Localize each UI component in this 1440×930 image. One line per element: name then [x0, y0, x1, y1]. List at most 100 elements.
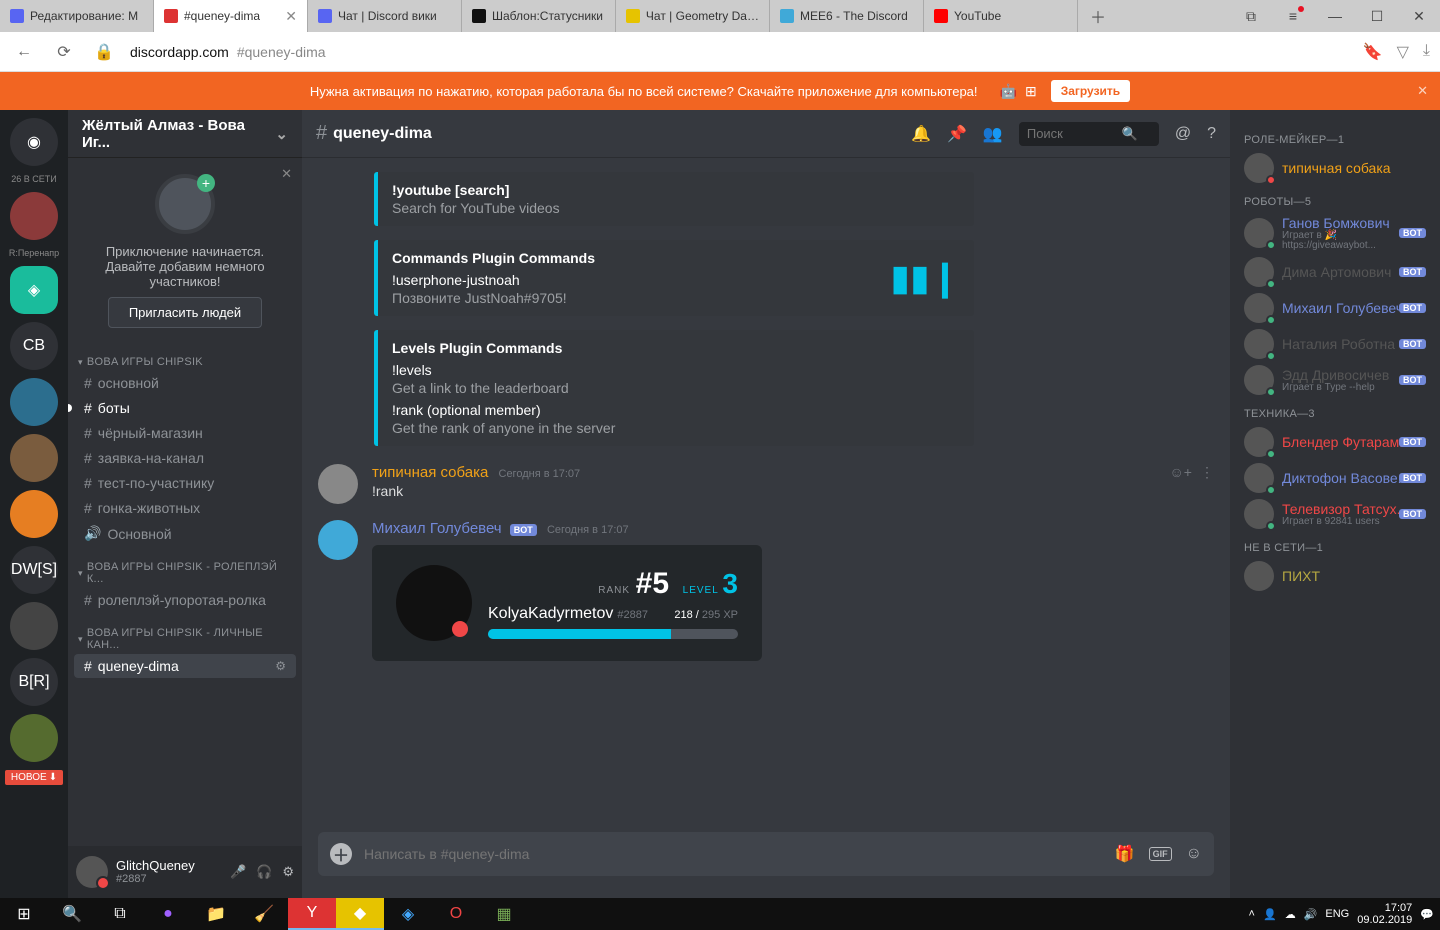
- tray-cloud-icon[interactable]: ☁: [1285, 908, 1296, 921]
- avatar[interactable]: [318, 520, 358, 560]
- search-input[interactable]: [1027, 126, 1122, 141]
- reload-button[interactable]: ⟳: [50, 38, 78, 66]
- text-channel[interactable]: #боты: [74, 396, 296, 420]
- browser-tab[interactable]: Редактирование: M: [0, 0, 154, 32]
- taskbar-app[interactable]: 📁: [192, 898, 240, 930]
- invite-button[interactable]: Пригласить людей: [108, 297, 262, 328]
- start-button[interactable]: ⊞: [0, 898, 48, 930]
- text-channel[interactable]: #queney-dima⚙: [74, 654, 296, 678]
- taskbar-app[interactable]: 🧹: [240, 898, 288, 930]
- member-item[interactable]: Дима Артомович BOT: [1238, 254, 1432, 290]
- download-icon[interactable]: ⤓: [1423, 42, 1430, 62]
- settings-icon[interactable]: ⚙: [282, 864, 294, 880]
- search-button[interactable]: 🔍: [48, 898, 96, 930]
- server-header[interactable]: Жёлтый Алмаз - Вова Иг... ⌄: [68, 110, 302, 158]
- taskbar-app[interactable]: ●: [144, 898, 192, 930]
- text-channel[interactable]: #гонка-животных: [74, 496, 296, 520]
- search-box[interactable]: 🔍: [1019, 122, 1159, 146]
- text-channel[interactable]: #заявка-на-канал: [74, 446, 296, 470]
- avatar[interactable]: [318, 464, 358, 504]
- more-icon[interactable]: ⋮: [1200, 464, 1214, 504]
- tray-people-icon[interactable]: 👤: [1263, 908, 1277, 921]
- shield-icon[interactable]: ▽: [1397, 42, 1409, 62]
- discord-home-button[interactable]: ◉: [10, 118, 58, 166]
- help-icon[interactable]: ?: [1207, 125, 1216, 143]
- extensions-icon[interactable]: ≡: [1272, 0, 1314, 32]
- server-icon[interactable]: [10, 192, 58, 240]
- deafen-icon[interactable]: 🎧: [256, 864, 272, 880]
- member-item[interactable]: Телевизор Татсух...Играет в 92841 users …: [1238, 496, 1432, 532]
- server-icon[interactable]: DW[S]: [10, 546, 58, 594]
- text-channel[interactable]: #чёрный-магазин: [74, 421, 296, 445]
- channel-category[interactable]: BOBA ИГРЫ CHIPSIK: [68, 342, 302, 370]
- channel-category[interactable]: BOBA ИГРЫ CHIPSIK - РОЛЕПЛЭЙ К...: [68, 547, 302, 587]
- back-button[interactable]: ←: [10, 38, 38, 66]
- language-indicator[interactable]: ENG: [1325, 908, 1349, 920]
- author-name[interactable]: типичная собака: [372, 464, 488, 481]
- browser-tab[interactable]: Чат | Discord вики: [308, 0, 462, 32]
- taskbar-app[interactable]: ◈: [384, 898, 432, 930]
- server-icon[interactable]: [10, 490, 58, 538]
- taskbar-app[interactable]: ◆: [336, 898, 384, 930]
- sidebar-toggle-icon[interactable]: ⧉: [1230, 0, 1272, 32]
- voice-channel[interactable]: 🔊Основной: [74, 521, 296, 546]
- bookmark-icon[interactable]: 🔖: [1363, 42, 1383, 62]
- member-item[interactable]: типичная собака: [1238, 150, 1432, 186]
- server-icon[interactable]: ◈: [10, 266, 58, 314]
- close-icon[interactable]: ✕: [1417, 83, 1428, 99]
- taskbar-app[interactable]: O: [432, 898, 480, 930]
- browser-tab[interactable]: YouTube: [924, 0, 1078, 32]
- close-icon[interactable]: ✕: [281, 166, 292, 182]
- taskbar-app[interactable]: Y: [288, 898, 336, 930]
- author-name[interactable]: Михаил Голубевеч: [372, 520, 502, 537]
- text-channel[interactable]: #тест-по-участнику: [74, 471, 296, 495]
- server-icon[interactable]: [10, 434, 58, 482]
- url-field[interactable]: discordapp.com #queney-dima: [130, 44, 1351, 60]
- window-minimize-button[interactable]: —: [1314, 0, 1356, 32]
- window-close-button[interactable]: ✕: [1398, 0, 1440, 32]
- attach-button[interactable]: ＋: [330, 843, 352, 865]
- task-view-button[interactable]: ⧉: [96, 898, 144, 930]
- member-item[interactable]: Эдд ДривосичевИграет в Type --help BOT: [1238, 362, 1432, 398]
- member-item[interactable]: Михаил Голубевеч BOT: [1238, 290, 1432, 326]
- tray-volume-icon[interactable]: 🔊: [1304, 908, 1318, 921]
- tray-chevron-icon[interactable]: ˄: [1249, 908, 1255, 920]
- gift-icon[interactable]: 🎁: [1115, 844, 1135, 864]
- text-channel[interactable]: #ролеплэй-упоротая-ролка: [74, 588, 296, 612]
- members-icon[interactable]: 👥: [983, 124, 1003, 144]
- browser-tab[interactable]: MEE6 - The Discord: [770, 0, 924, 32]
- mute-icon[interactable]: 🎤: [230, 864, 246, 880]
- server-icon[interactable]: СВ: [10, 322, 58, 370]
- message-input[interactable]: [364, 846, 1103, 862]
- member-item[interactable]: Блендер Футарам... BOT: [1238, 424, 1432, 460]
- member-item[interactable]: Диктофон Васове... BOT: [1238, 460, 1432, 496]
- browser-tab[interactable]: Чат | Geometry Dash: [616, 0, 770, 32]
- download-button[interactable]: Загрузить: [1051, 80, 1130, 102]
- server-icon[interactable]: [10, 714, 58, 762]
- text-channel[interactable]: #основной: [74, 371, 296, 395]
- server-icon[interactable]: B[R]: [10, 658, 58, 706]
- member-item[interactable]: Наталия Роботна BOT: [1238, 326, 1432, 362]
- new-badge[interactable]: НОВОЕ ⬇: [5, 770, 63, 785]
- mentions-icon[interactable]: @: [1175, 125, 1191, 143]
- taskbar-app[interactable]: ▦: [480, 898, 528, 930]
- close-tab-icon[interactable]: ✕: [285, 8, 297, 25]
- bell-icon[interactable]: 🔔: [911, 124, 931, 144]
- new-tab-button[interactable]: ＋: [1078, 0, 1118, 32]
- gear-icon[interactable]: ⚙: [275, 659, 286, 673]
- member-item[interactable]: ПИХТ: [1238, 558, 1432, 594]
- channel-category[interactable]: BOBA ИГРЫ CHIPSIK - ЛИЧНЫЕ КАН...: [68, 613, 302, 653]
- browser-tab[interactable]: #queney-dima✕: [154, 0, 308, 32]
- clock[interactable]: 17:0709.02.2019: [1357, 902, 1412, 926]
- add-reaction-icon[interactable]: ☺+: [1170, 464, 1192, 504]
- server-icon[interactable]: [10, 378, 58, 426]
- browser-tab[interactable]: Шаблон:Статусники: [462, 0, 616, 32]
- window-maximize-button[interactable]: ☐: [1356, 0, 1398, 32]
- notifications-icon[interactable]: 💬: [1420, 908, 1434, 921]
- emoji-icon[interactable]: ☺: [1186, 845, 1202, 863]
- gif-button[interactable]: GIF: [1149, 847, 1172, 861]
- server-icon[interactable]: [10, 602, 58, 650]
- pin-icon[interactable]: 📌: [947, 124, 967, 144]
- avatar[interactable]: [76, 856, 108, 888]
- message-input-box[interactable]: ＋ 🎁 GIF ☺: [318, 832, 1214, 876]
